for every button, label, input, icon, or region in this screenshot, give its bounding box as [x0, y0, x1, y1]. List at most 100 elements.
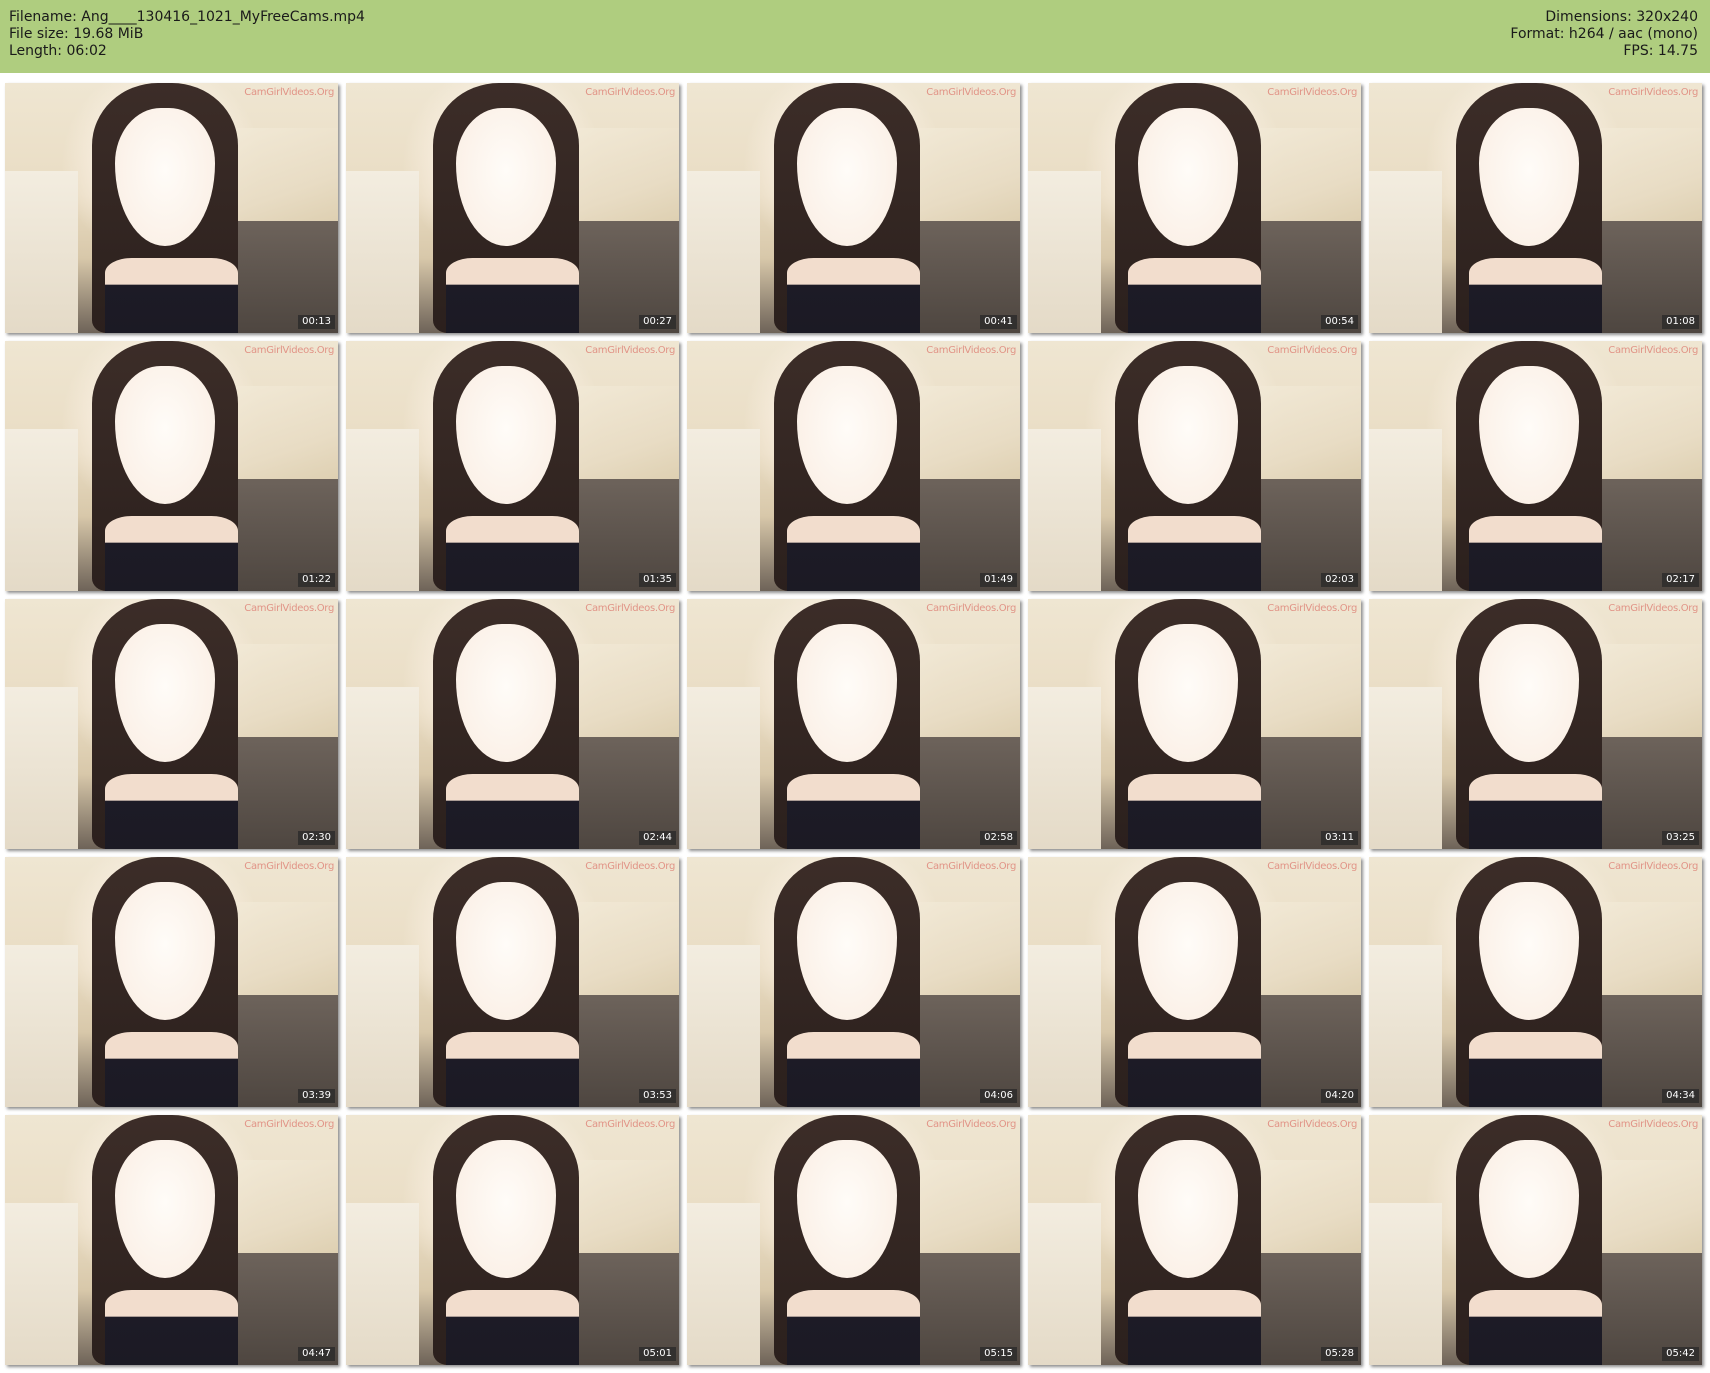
video-thumbnail: CamGirlVideos.Org 04:06 [687, 857, 1020, 1107]
timestamp-label: 02:17 [1662, 573, 1699, 587]
watermark-text: CamGirlVideos.Org [1267, 1119, 1357, 1130]
timestamp-label: 01:22 [298, 573, 335, 587]
info-right: Dimensions: 320x240 Format: h264 / aac (… [1510, 9, 1698, 60]
timestamp-label: 03:39 [298, 1089, 335, 1103]
thumbnail-scene-top [1127, 516, 1262, 591]
thumbnail-scene-dresser [1028, 170, 1102, 333]
video-thumbnail: CamGirlVideos.Org 02:44 [346, 599, 679, 849]
thumbnail-scene-dresser [5, 170, 79, 333]
timestamp-label: 05:42 [1662, 1347, 1699, 1361]
thumbnail-scene-top [786, 1290, 921, 1365]
watermark-text: CamGirlVideos.Org [926, 345, 1016, 356]
thumbnail-scene-dresser [5, 944, 79, 1107]
video-thumbnail: CamGirlVideos.Org 00:27 [346, 83, 679, 333]
thumbnail-scene-dresser [687, 170, 761, 333]
timestamp-label: 04:34 [1662, 1089, 1699, 1103]
thumbnail-scene-dresser [1028, 428, 1102, 591]
thumbnail-scene-dresser [346, 428, 420, 591]
timestamp-label: 05:15 [980, 1347, 1017, 1361]
thumbnail-scene-top [104, 1032, 239, 1107]
video-thumbnail: CamGirlVideos.Org 02:30 [5, 599, 338, 849]
thumbnail-scene-top [786, 516, 921, 591]
thumbnail-scene-top [104, 774, 239, 849]
thumbnail-scene-top [786, 258, 921, 333]
thumbnail-scene-dresser [1369, 686, 1443, 849]
video-thumbnail: CamGirlVideos.Org 05:01 [346, 1115, 679, 1365]
video-thumbnail: CamGirlVideos.Org 00:13 [5, 83, 338, 333]
thumbnail-scene-top [445, 1290, 580, 1365]
watermark-text: CamGirlVideos.Org [1267, 861, 1357, 872]
watermark-text: CamGirlVideos.Org [1267, 603, 1357, 614]
thumbnail-scene-dresser [1028, 1202, 1102, 1365]
timestamp-label: 00:13 [298, 315, 335, 329]
thumbnail-scene-dresser [346, 686, 420, 849]
watermark-text: CamGirlVideos.Org [1608, 603, 1698, 614]
thumbnail-scene-top [1127, 1290, 1262, 1365]
timestamp-label: 00:27 [639, 315, 676, 329]
video-thumbnail: CamGirlVideos.Org 00:54 [1028, 83, 1361, 333]
timestamp-label: 04:47 [298, 1347, 335, 1361]
timestamp-label: 03:11 [1321, 831, 1358, 845]
format-text: Format: h264 / aac (mono) [1510, 26, 1698, 42]
video-thumbnail: CamGirlVideos.Org 05:15 [687, 1115, 1020, 1365]
thumbnail-scene-top [104, 258, 239, 333]
thumbnail-scene-dresser [346, 944, 420, 1107]
thumbnail-scene-top [1468, 774, 1603, 849]
watermark-text: CamGirlVideos.Org [926, 603, 1016, 614]
watermark-text: CamGirlVideos.Org [1608, 87, 1698, 98]
thumbnail-scene-top [1127, 1032, 1262, 1107]
watermark-text: CamGirlVideos.Org [926, 1119, 1016, 1130]
timestamp-label: 04:20 [1321, 1089, 1358, 1103]
watermark-text: CamGirlVideos.Org [585, 861, 675, 872]
thumbnail-scene-top [1127, 258, 1262, 333]
thumbnail-scene-top [445, 516, 580, 591]
watermark-text: CamGirlVideos.Org [244, 861, 334, 872]
video-thumbnail: CamGirlVideos.Org 01:49 [687, 341, 1020, 591]
thumbnail-scene-top [445, 774, 580, 849]
video-thumbnail: CamGirlVideos.Org 04:34 [1369, 857, 1702, 1107]
timestamp-label: 02:44 [639, 831, 676, 845]
watermark-text: CamGirlVideos.Org [585, 87, 675, 98]
watermark-text: CamGirlVideos.Org [1267, 87, 1357, 98]
thumbnail-scene-dresser [687, 686, 761, 849]
thumbnail-scene-dresser [687, 1202, 761, 1365]
timestamp-label: 02:30 [298, 831, 335, 845]
video-thumbnail: CamGirlVideos.Org 00:41 [687, 83, 1020, 333]
info-left: Filename: Ang____130416_1021_MyFreeCams.… [9, 9, 365, 60]
thumbnail-grid: CamGirlVideos.Org 00:13 CamGirlVideos.Org 0… [5, 83, 1705, 1368]
thumbnail-scene-dresser [346, 1202, 420, 1365]
thumbnail-scene-top [1127, 774, 1262, 849]
watermark-text: CamGirlVideos.Org [585, 345, 675, 356]
watermark-text: CamGirlVideos.Org [1608, 345, 1698, 356]
timestamp-label: 03:53 [639, 1089, 676, 1103]
watermark-text: CamGirlVideos.Org [244, 345, 334, 356]
thumbnail-scene-dresser [1369, 944, 1443, 1107]
timestamp-label: 01:08 [1662, 315, 1699, 329]
thumbnail-scene-top [786, 1032, 921, 1107]
video-thumbnail: CamGirlVideos.Org 02:03 [1028, 341, 1361, 591]
info-header: Filename: Ang____130416_1021_MyFreeCams.… [0, 0, 1710, 73]
video-thumbnail: CamGirlVideos.Org 03:53 [346, 857, 679, 1107]
watermark-text: CamGirlVideos.Org [1267, 345, 1357, 356]
video-thumbnail: CamGirlVideos.Org 01:08 [1369, 83, 1702, 333]
video-thumbnail: CamGirlVideos.Org 03:39 [5, 857, 338, 1107]
dimensions-text: Dimensions: 320x240 [1545, 9, 1698, 25]
thumbnail-scene-dresser [687, 428, 761, 591]
thumbnail-scene-top [445, 1032, 580, 1107]
video-thumbnail: CamGirlVideos.Org 03:11 [1028, 599, 1361, 849]
watermark-text: CamGirlVideos.Org [1608, 1119, 1698, 1130]
video-thumbnail: CamGirlVideos.Org 04:47 [5, 1115, 338, 1365]
video-thumbnail: CamGirlVideos.Org 02:58 [687, 599, 1020, 849]
video-thumbnail: CamGirlVideos.Org 05:42 [1369, 1115, 1702, 1365]
thumbnail-scene-dresser [5, 428, 79, 591]
timestamp-label: 00:41 [980, 315, 1017, 329]
thumbnail-scene-dresser [5, 1202, 79, 1365]
timestamp-label: 02:03 [1321, 573, 1358, 587]
timestamp-label: 03:25 [1662, 831, 1699, 845]
timestamp-label: 02:58 [980, 831, 1017, 845]
video-thumbnail: CamGirlVideos.Org 05:28 [1028, 1115, 1361, 1365]
timestamp-label: 05:28 [1321, 1347, 1358, 1361]
filename-text: Filename: Ang____130416_1021_MyFreeCams.… [9, 9, 365, 25]
thumbnail-scene-top [445, 258, 580, 333]
thumbnail-scene-top [1468, 1290, 1603, 1365]
